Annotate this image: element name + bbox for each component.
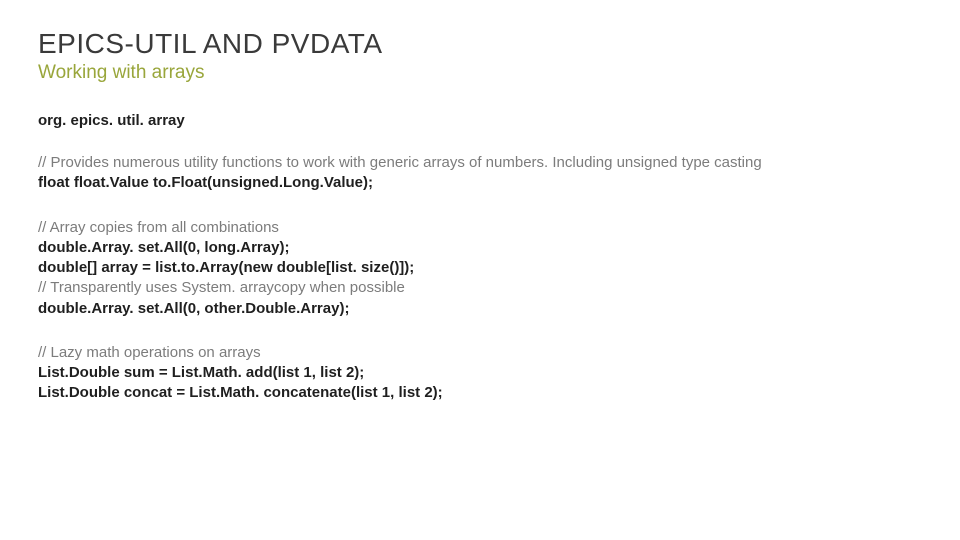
code-line: double[] array = list.to.Array(new doubl… [38, 258, 922, 278]
package-name: org. epics. util. array [38, 112, 922, 129]
comment-line: // Provides numerous utility functions t… [38, 153, 922, 173]
slide: EPICS-UTIL AND PVDATA Working with array… [0, 0, 960, 540]
code-line: List.Double concat = List.Math. concaten… [38, 383, 922, 403]
code-line: double.Array. set.All(0, long.Array); [38, 238, 922, 258]
slide-subtitle: Working with arrays [38, 62, 922, 84]
code-block-2: // Array copies from all combinations do… [38, 218, 922, 319]
comment-line: // Transparently uses System. arraycopy … [38, 278, 922, 298]
code-block-1: // Provides numerous utility functions t… [38, 153, 922, 194]
code-line: float float.Value to.Float(unsigned.Long… [38, 173, 922, 193]
code-line: double.Array. set.All(0, other.Double.Ar… [38, 299, 922, 319]
code-block-3: // Lazy math operations on arrays List.D… [38, 343, 922, 404]
comment-line: // Array copies from all combinations [38, 218, 922, 238]
comment-line: // Lazy math operations on arrays [38, 343, 922, 363]
code-line: List.Double sum = List.Math. add(list 1,… [38, 363, 922, 383]
slide-title: EPICS-UTIL AND PVDATA [38, 28, 922, 60]
